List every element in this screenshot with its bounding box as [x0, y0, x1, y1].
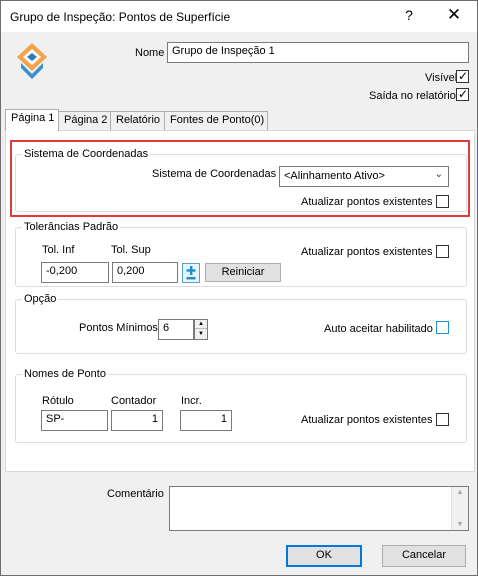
min-points-label: Pontos Mínimos [79, 322, 158, 334]
name-label: Nome [135, 47, 165, 59]
dialog-window: Grupo de Inspeção: Pontos de Superfície … [0, 0, 478, 576]
auto-accept-label: Auto aceitar habilitado [324, 323, 433, 335]
scroll-up-icon[interactable]: ▲ [452, 489, 468, 496]
ok-button[interactable]: OK [286, 545, 362, 567]
auto-accept-checkbox[interactable] [436, 321, 449, 334]
tol-sup-label: Tol. Sup [111, 244, 151, 256]
title-bar: Grupo de Inspeção: Pontos de Superfície … [1, 1, 477, 32]
tol-update-checkbox[interactable] [436, 245, 449, 258]
inspection-group-icon [17, 43, 47, 79]
spin-down-icon[interactable]: ▼ [195, 330, 207, 339]
comment-label: Comentário [107, 488, 164, 500]
names-update-checkbox[interactable] [436, 413, 449, 426]
label-label: Rótulo [42, 395, 74, 407]
tolerance-group-title: Tolerâncias Padrão [22, 221, 121, 233]
close-button[interactable]: ✕ [444, 5, 464, 25]
tab-point-sources[interactable]: Fontes de Ponto(0) [164, 111, 268, 130]
plus-minus-button[interactable] [182, 263, 200, 283]
tab-page-1[interactable]: Página 1 [5, 109, 59, 131]
name-field[interactable]: Grupo de Inspeção 1 [167, 42, 469, 63]
tol-inf-field[interactable]: -0,200 [41, 262, 109, 283]
help-button[interactable]: ? [399, 7, 419, 23]
point-names-group: Nomes de Ponto [15, 368, 467, 443]
incr-label: Incr. [181, 395, 202, 407]
check-icon: ✓ [457, 69, 469, 83]
comment-scrollbar[interactable]: ▲ ▼ [451, 487, 468, 530]
output-checkbox[interactable]: ✓ [456, 87, 469, 101]
names-update-label: Atualizar pontos existentes [301, 414, 433, 426]
spin-up-icon[interactable]: ▲ [195, 320, 207, 329]
label-field[interactable]: SP- [41, 410, 108, 431]
visible-checkbox[interactable]: ✓ [456, 69, 469, 83]
option-group-title: Opção [22, 293, 59, 305]
point-names-group-title: Nomes de Ponto [22, 368, 108, 380]
counter-label: Contador [111, 395, 157, 407]
incr-field[interactable]: 1 [180, 410, 232, 431]
scroll-down-icon[interactable]: ▼ [452, 521, 468, 528]
cancel-button[interactable]: Cancelar [382, 545, 466, 567]
output-label: Saída no relatório [369, 90, 456, 102]
tol-update-label: Atualizar pontos existentes [301, 246, 433, 258]
plus-minus-icon [186, 266, 196, 280]
counter-field[interactable]: 1 [111, 410, 163, 431]
tol-inf-label: Tol. Inf [42, 244, 75, 256]
reset-button[interactable]: Reiniciar [205, 263, 281, 282]
window-title: Grupo de Inspeção: Pontos de Superfície [10, 10, 231, 24]
tol-sup-field[interactable]: 0,200 [112, 262, 178, 283]
highlight-box [10, 140, 470, 217]
visible-label: Visível [425, 72, 458, 84]
comment-field[interactable]: ▲ ▼ [169, 486, 469, 531]
check-icon: ✓ [457, 87, 469, 101]
min-points-stepper[interactable]: ▲ ▼ [194, 319, 208, 340]
min-points-field[interactable]: 6 [158, 319, 194, 340]
tab-page-2[interactable]: Página 2 [58, 111, 111, 130]
tab-report[interactable]: Relatório [110, 111, 165, 130]
